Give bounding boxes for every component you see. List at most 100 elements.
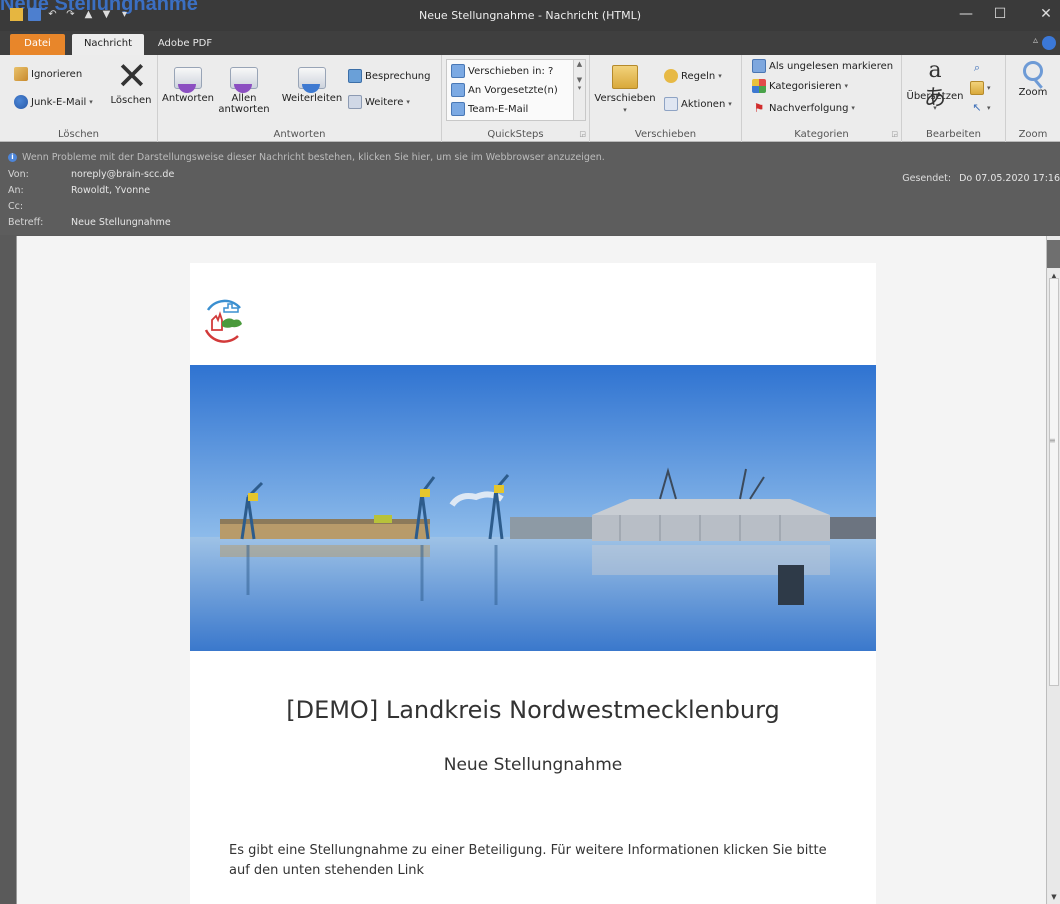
translate-button[interactable]: aあ Übersetzen ▾ xyxy=(904,57,966,114)
rules-icon xyxy=(664,69,678,83)
email-content-card: [DEMO] Landkreis Nordwestmecklenburg Neu… xyxy=(190,263,876,904)
translate-icon: aあ xyxy=(923,58,946,111)
infobar[interactable]: i Wenn Probleme mit der Darstellungsweis… xyxy=(8,152,605,163)
related-dropdown-icon: ▾ xyxy=(987,84,991,92)
actions-button[interactable]: Aktionen ▾ xyxy=(664,95,732,113)
quickstep-item[interactable]: Team-E-Mail xyxy=(451,100,528,118)
quickstep-item[interactable]: Verschieben in: ? xyxy=(451,62,553,80)
ribbon-tabs: Datei Nachricht Adobe PDF ▵ xyxy=(0,31,1060,55)
zoom-label: Zoom xyxy=(1018,87,1048,98)
mark-unread-button[interactable]: Als ungelesen markieren xyxy=(752,57,893,75)
cc-label: Cc: xyxy=(8,201,24,212)
group-kategorien: Als ungelesen markieren Kategorisieren ▾… xyxy=(742,55,902,142)
group-label-quicksteps: QuickSteps xyxy=(487,129,544,140)
move-icon xyxy=(612,65,638,89)
info-icon: i xyxy=(8,153,17,162)
cc-row: Cc: xyxy=(8,201,71,212)
scroll-thumb[interactable] xyxy=(1049,278,1059,686)
tab-adobe-pdf[interactable]: Adobe PDF xyxy=(150,34,220,55)
subject-label: Betreff: xyxy=(8,217,44,228)
from-value[interactable]: noreply@brain-scc.de xyxy=(71,169,174,180)
followup-flag-icon: ⚑ xyxy=(753,101,765,115)
group-label-bearbeiten: Bearbeiten xyxy=(926,129,981,140)
from-row: Von: noreply@brain-scc.de xyxy=(8,169,174,180)
zoom-icon xyxy=(1023,61,1043,81)
reply-all-label: Allen antworten xyxy=(218,93,270,115)
quickstep-icon xyxy=(451,83,465,97)
ignore-label: Ignorieren xyxy=(31,68,83,80)
title-bar: Neue Stellungnahme ↶ ↷ ▲ ▼ ▾ Neue Stellu… xyxy=(0,0,1060,31)
reply-label: Antworten xyxy=(162,93,214,104)
more-button[interactable]: Weitere ▾ xyxy=(348,93,410,111)
related-button[interactable]: ▾ xyxy=(970,79,991,97)
followup-dropdown-icon: ▾ xyxy=(851,104,855,112)
reply-all-button[interactable]: Allen antworten xyxy=(218,61,270,115)
categorize-label: Kategorisieren xyxy=(769,80,842,92)
ribbon-collapse-icon[interactable]: ▵ xyxy=(1033,35,1038,46)
help-icon[interactable] xyxy=(1042,36,1056,50)
quicksteps-scroll[interactable]: ▲ ▼ ▾ xyxy=(573,60,585,120)
group-loeschen: Ignorieren Junk-E-Mail ▾ ✕ Löschen Lösch… xyxy=(0,55,158,142)
sent-row: Gesendet: Do 07.05.2020 17:16 xyxy=(902,173,1060,184)
group-antworten: Antworten Allen antworten Weiterleiten B… xyxy=(158,55,442,142)
select-button[interactable]: ↖ ▾ xyxy=(970,99,990,117)
sent-value: Do 07.05.2020 17:16 xyxy=(959,173,1060,184)
quickstep-icon xyxy=(451,102,465,116)
harbour-photo xyxy=(190,365,876,651)
organisation-title: [DEMO] Landkreis Nordwestmecklenburg xyxy=(286,696,780,724)
scroll-down-icon[interactable]: ▼ xyxy=(1048,890,1060,904)
outlook-message-window: Neue Stellungnahme ↶ ↷ ▲ ▼ ▾ Neue Stellu… xyxy=(0,0,1060,904)
categorize-button[interactable]: Kategorisieren ▾ xyxy=(752,77,848,95)
junk-label: Junk-E-Mail xyxy=(31,96,87,108)
reply-all-icon xyxy=(230,67,258,93)
quickstep-item[interactable]: An Vorgesetzte(n) xyxy=(451,81,558,99)
quicksteps-gallery: Verschieben in: ? An Vorgesetzte(n) Team… xyxy=(446,59,586,121)
quickstep-label: An Vorgesetzte(n) xyxy=(468,84,558,96)
categorize-icon xyxy=(752,79,766,93)
rules-label: Regeln xyxy=(681,70,716,82)
junk-icon xyxy=(14,95,28,109)
reply-icon xyxy=(174,67,202,93)
group-label-kategorien: Kategorien xyxy=(794,129,849,140)
unread-icon xyxy=(752,59,766,73)
tab-datei[interactable]: Datei xyxy=(10,34,65,55)
move-label: Verschieben xyxy=(594,93,656,104)
email-heading: Neue Stellungnahme xyxy=(443,755,623,775)
group-label-loeschen: Löschen xyxy=(57,129,100,140)
tab-nachricht[interactable]: Nachricht xyxy=(72,34,144,55)
followup-button[interactable]: ⚑ Nachverfolgung ▾ xyxy=(752,99,855,117)
window-title: Neue Stellungnahme - Nachricht (HTML) xyxy=(418,9,642,22)
junk-button[interactable]: Junk-E-Mail ▾ xyxy=(14,93,93,111)
group-label-verschieben: Verschieben xyxy=(634,129,697,140)
junk-dropdown-icon: ▾ xyxy=(89,98,93,106)
infobar-text: Wenn Probleme mit der Darstellungsweise … xyxy=(22,152,605,163)
to-value[interactable]: Rowoldt, Yvonne xyxy=(71,185,150,196)
meeting-button[interactable]: Besprechung xyxy=(348,67,430,85)
more-label: Weitere xyxy=(365,96,404,108)
rules-button[interactable]: Regeln ▾ xyxy=(664,67,722,85)
find-button[interactable]: ⌕ xyxy=(970,59,984,77)
actions-label: Aktionen xyxy=(681,98,726,110)
rules-dropdown-icon: ▾ xyxy=(718,72,722,80)
related-icon xyxy=(970,81,984,95)
logo-icon xyxy=(204,299,242,343)
vertical-scrollbar[interactable]: ▲ ≡ ▼ xyxy=(1046,236,1060,904)
kategorien-launcher-icon[interactable]: ◲ xyxy=(891,130,898,138)
reply-button[interactable]: Antworten xyxy=(162,61,214,104)
find-icon: ⌕ xyxy=(973,61,981,74)
unread-label: Als ungelesen markieren xyxy=(769,60,894,72)
email-body-text: Es gibt eine Stellungnahme zu einer Bete… xyxy=(229,843,827,878)
maximize-button[interactable]: ☐ xyxy=(980,3,1020,25)
move-button[interactable]: Verschieben ▾ xyxy=(592,61,658,116)
zoom-button[interactable]: Zoom xyxy=(1008,57,1058,98)
forward-button[interactable]: Weiterleiten xyxy=(280,61,344,104)
group-zoom: Zoom Zoom xyxy=(1006,55,1060,142)
to-label: An: xyxy=(8,185,24,196)
ignore-button[interactable]: Ignorieren xyxy=(14,65,82,83)
group-verschieben: Verschieben ▾ Regeln ▾ Aktionen ▾ Versch… xyxy=(590,55,742,142)
delete-button[interactable]: ✕ Löschen xyxy=(106,57,156,106)
quickstep-icon xyxy=(451,64,465,78)
quicksteps-launcher-icon[interactable]: ◲ xyxy=(579,130,586,138)
scrollbar-marker-icon xyxy=(1047,240,1060,268)
close-button[interactable]: ✕ xyxy=(1026,3,1060,25)
